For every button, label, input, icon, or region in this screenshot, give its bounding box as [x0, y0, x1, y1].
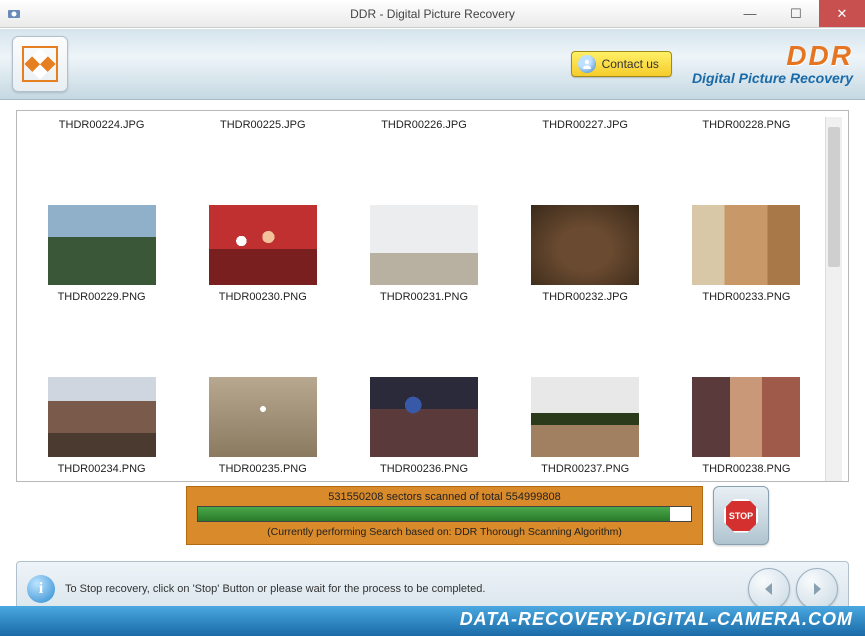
file-label: THDR00230.PNG — [219, 291, 307, 303]
stop-icon: STOP — [724, 499, 758, 533]
stop-label: STOP — [729, 511, 753, 521]
file-label[interactable]: THDR00227.JPG — [507, 117, 664, 137]
thumbnail-item[interactable]: THDR00229.PNG — [23, 139, 180, 309]
maximize-button[interactable]: ☐ — [773, 0, 819, 27]
thumbnail-image — [531, 205, 639, 285]
progress-text: 531550208 sectors scanned of total 55499… — [197, 491, 692, 503]
brand-subtitle: Digital Picture Recovery — [692, 70, 853, 86]
scroll-thumb[interactable] — [828, 127, 840, 267]
info-icon: i — [27, 575, 55, 603]
thumbnail-image — [48, 205, 156, 285]
window-title: DDR - Digital Picture Recovery — [350, 7, 515, 21]
titlebar: DDR - Digital Picture Recovery — ☐ ✕ — [0, 0, 865, 28]
thumbnail-image — [370, 377, 478, 457]
thumbnail-image — [48, 377, 156, 457]
file-label[interactable]: THDR00226.JPG — [345, 117, 502, 137]
file-label: THDR00233.PNG — [702, 291, 790, 303]
thumbnail-panel: THDR00224.JPG THDR00225.JPG THDR00226.JP… — [16, 110, 849, 482]
file-label[interactable]: THDR00224.JPG — [23, 117, 180, 137]
thumbnail-image — [692, 205, 800, 285]
file-label: THDR00232.JPG — [542, 291, 628, 303]
file-label: THDR00234.PNG — [58, 463, 146, 475]
thumbnail-grid: THDR00224.JPG THDR00225.JPG THDR00226.JP… — [23, 117, 825, 481]
logo-icon — [22, 46, 58, 82]
contact-label: Contact us — [602, 57, 659, 71]
main-content: THDR00224.JPG THDR00225.JPG THDR00226.JP… — [0, 100, 865, 551]
close-button[interactable]: ✕ — [819, 0, 865, 27]
person-icon — [578, 55, 596, 73]
thumbnail-item[interactable]: THDR00237.PNG — [507, 311, 664, 481]
progress-bar — [197, 506, 692, 522]
brand: DDR Digital Picture Recovery — [692, 42, 853, 86]
progress-row: 531550208 sectors scanned of total 55499… — [16, 486, 849, 545]
file-label: THDR00237.PNG — [541, 463, 629, 475]
header: Contact us DDR Digital Picture Recovery — [0, 28, 865, 100]
footer-url: DATA-RECOVERY-DIGITAL-CAMERA.COM — [0, 606, 865, 636]
thumbnail-image — [370, 205, 478, 285]
app-icon — [6, 6, 22, 22]
file-label: THDR00231.PNG — [380, 291, 468, 303]
window-controls: — ☐ ✕ — [727, 0, 865, 27]
progress-panel: 531550208 sectors scanned of total 55499… — [186, 486, 703, 545]
thumbnail-image — [209, 377, 317, 457]
thumbnail-item[interactable]: THDR00234.PNG — [23, 311, 180, 481]
thumbnail-image — [531, 377, 639, 457]
thumbnail-image — [692, 377, 800, 457]
arrow-left-icon — [760, 580, 778, 598]
file-label: THDR00235.PNG — [219, 463, 307, 475]
stop-button[interactable]: STOP — [713, 486, 769, 545]
thumbnail-item[interactable]: THDR00232.JPG — [507, 139, 664, 309]
file-label: THDR00229.PNG — [58, 291, 146, 303]
minimize-button[interactable]: — — [727, 0, 773, 27]
back-button[interactable] — [748, 568, 790, 610]
contact-us-button[interactable]: Contact us — [571, 51, 672, 77]
progress-fill — [198, 507, 670, 521]
file-label[interactable]: THDR00228.PNG — [668, 117, 825, 137]
thumbnail-item[interactable]: THDR00235.PNG — [184, 311, 341, 481]
next-button[interactable] — [796, 568, 838, 610]
nav-arrows — [748, 568, 838, 610]
info-text: To Stop recovery, click on 'Stop' Button… — [65, 583, 738, 595]
thumbnail-item[interactable]: THDR00231.PNG — [345, 139, 502, 309]
home-logo-button[interactable] — [12, 36, 68, 92]
arrow-right-icon — [808, 580, 826, 598]
thumbnail-item[interactable]: THDR00238.PNG — [668, 311, 825, 481]
file-label: THDR00236.PNG — [380, 463, 468, 475]
thumbnail-item[interactable]: THDR00236.PNG — [345, 311, 502, 481]
file-label[interactable]: THDR00225.JPG — [184, 117, 341, 137]
thumbnail-item[interactable]: THDR00230.PNG — [184, 139, 341, 309]
progress-subtext: (Currently performing Search based on: D… — [197, 526, 692, 538]
vertical-scrollbar[interactable] — [825, 117, 842, 481]
file-label: THDR00238.PNG — [702, 463, 790, 475]
thumbnail-image — [209, 205, 317, 285]
thumbnail-item[interactable]: THDR00233.PNG — [668, 139, 825, 309]
brand-logo-text: DDR — [692, 42, 853, 70]
